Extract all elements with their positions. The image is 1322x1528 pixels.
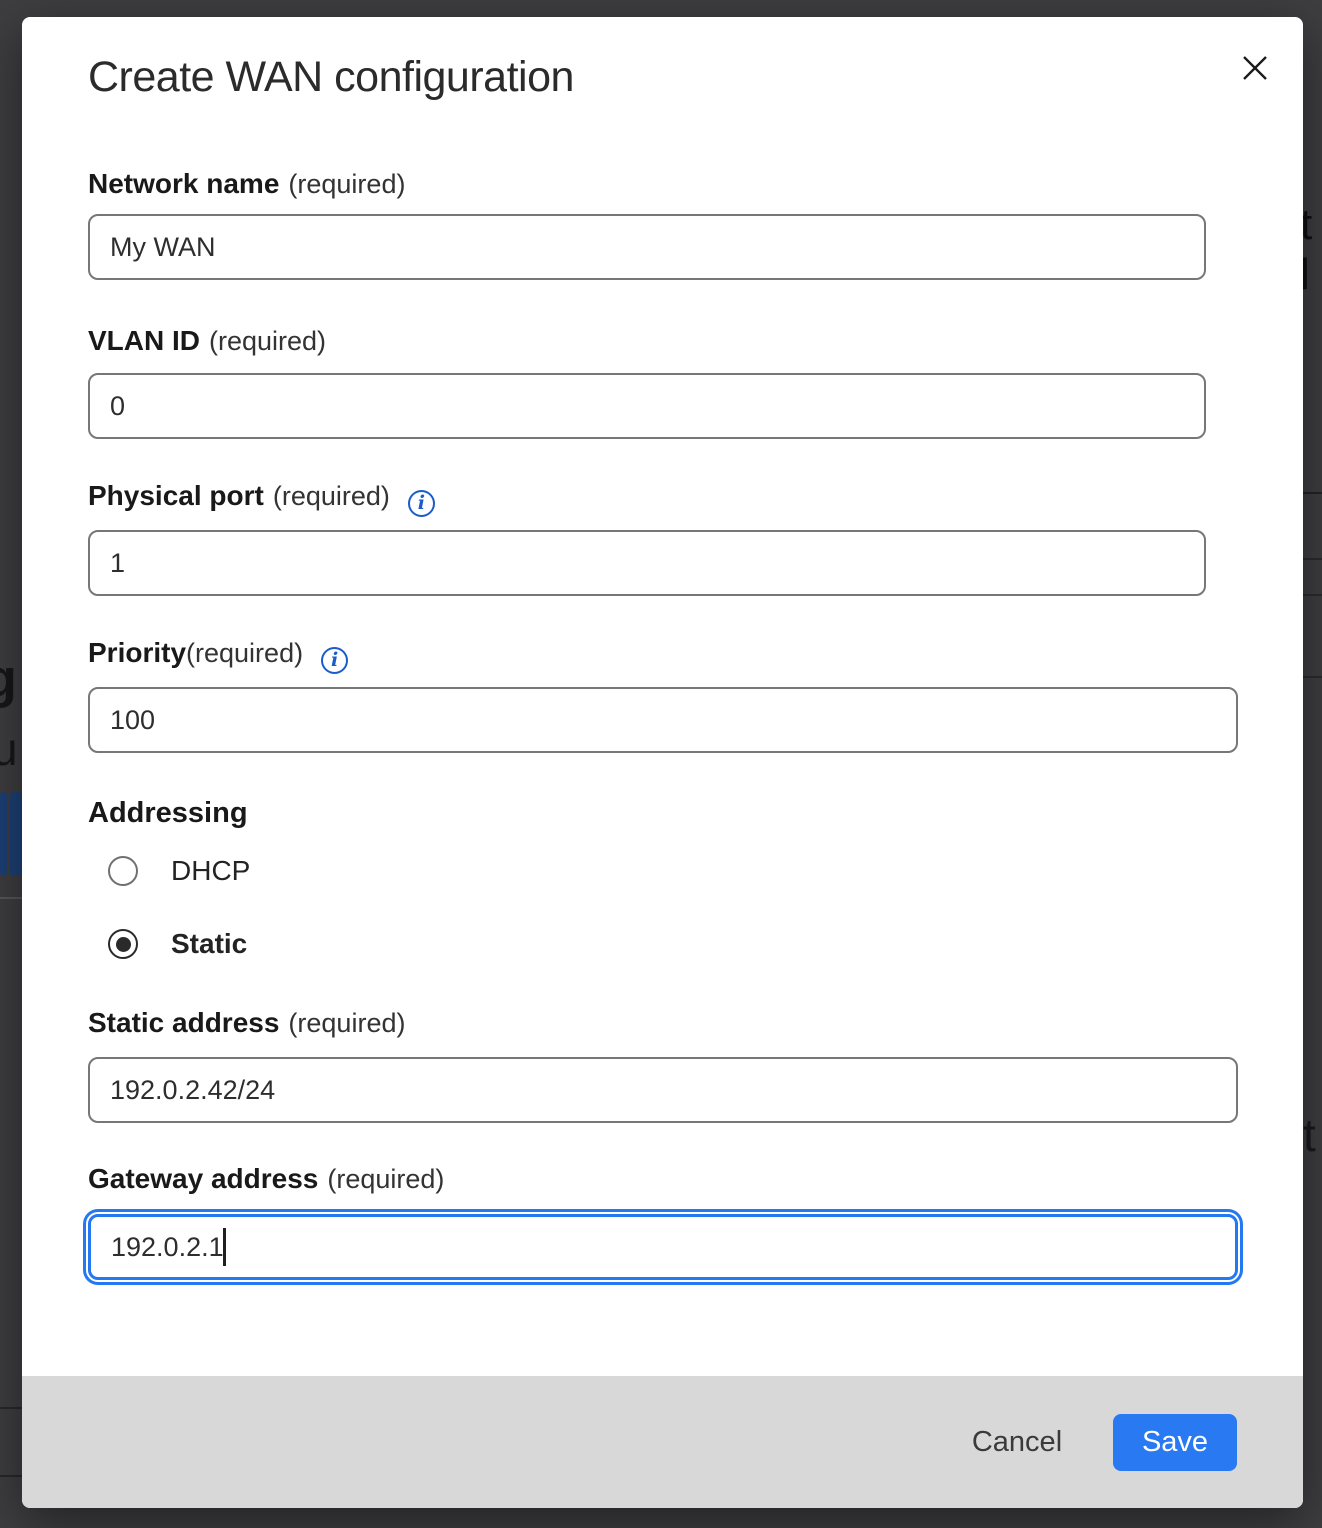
info-icon[interactable]: i xyxy=(321,647,348,674)
required-text: (required) xyxy=(186,638,303,668)
text-cursor xyxy=(223,1228,226,1266)
label-text: Priority xyxy=(88,637,186,668)
background-blue-button-fragment xyxy=(10,792,22,876)
close-icon xyxy=(1239,52,1271,84)
radio-label: Static xyxy=(171,928,247,960)
vlan-id-label: VLAN ID (required) xyxy=(88,325,326,359)
radio-selected-icon[interactable] xyxy=(108,929,138,959)
priority-input[interactable] xyxy=(88,687,1238,753)
dialog-footer: Cancel Save xyxy=(22,1376,1303,1508)
radio-label: DHCP xyxy=(171,855,250,887)
radio-option-static[interactable]: Static xyxy=(108,928,247,960)
background-text-fragment: u xyxy=(0,722,18,776)
label-text: Network name xyxy=(88,168,279,199)
required-text: (required) xyxy=(288,1008,405,1038)
required-text: (required) xyxy=(288,169,405,199)
close-button[interactable] xyxy=(1233,46,1277,90)
background-divider xyxy=(0,897,22,899)
label-text: Gateway address xyxy=(88,1163,318,1194)
static-address-label: Static address (required) xyxy=(88,1007,405,1041)
radio-dot xyxy=(116,937,131,952)
background-text-fragment: g xyxy=(0,648,17,710)
background-divider xyxy=(0,1475,22,1477)
background-divider xyxy=(1303,492,1322,494)
required-text: (required) xyxy=(327,1164,444,1194)
background-text-fragment: t l xyxy=(1300,200,1322,300)
create-wan-dialog: Create WAN configuration Network name (re… xyxy=(22,17,1303,1508)
info-icon[interactable]: i xyxy=(408,490,435,517)
label-text: Static address xyxy=(88,1007,279,1038)
addressing-heading: Addressing xyxy=(88,797,248,830)
required-text: (required) xyxy=(209,326,326,356)
label-text: Physical port xyxy=(88,480,264,511)
background-blue-button-fragment xyxy=(0,792,7,876)
physical-port-input[interactable] xyxy=(88,530,1206,596)
network-name-label: Network name (required) xyxy=(88,168,405,202)
vlan-id-input[interactable] xyxy=(88,373,1206,439)
label-text: VLAN ID xyxy=(88,325,200,356)
screen: g u t l t Create WAN configuration Netwo… xyxy=(0,0,1322,1528)
static-address-input[interactable] xyxy=(88,1057,1238,1123)
required-text: (required) xyxy=(273,481,390,511)
background-divider xyxy=(1303,594,1322,596)
dialog-title: Create WAN configuration xyxy=(88,53,574,102)
priority-label: Priority(required) i xyxy=(88,637,348,671)
gateway-address-input[interactable] xyxy=(88,1214,1238,1280)
radio-option-dhcp[interactable]: DHCP xyxy=(108,855,250,887)
network-name-input[interactable] xyxy=(88,214,1206,280)
background-divider xyxy=(1303,676,1322,678)
cancel-button[interactable]: Cancel xyxy=(947,1414,1087,1471)
gateway-address-label: Gateway address (required) xyxy=(88,1163,444,1197)
background-divider xyxy=(0,1407,22,1409)
background-divider xyxy=(1303,558,1322,560)
physical-port-label: Physical port (required) i xyxy=(88,480,435,514)
background-text-fragment: t xyxy=(1303,1108,1316,1162)
radio-unselected-icon[interactable] xyxy=(108,856,138,886)
save-button[interactable]: Save xyxy=(1113,1414,1237,1471)
